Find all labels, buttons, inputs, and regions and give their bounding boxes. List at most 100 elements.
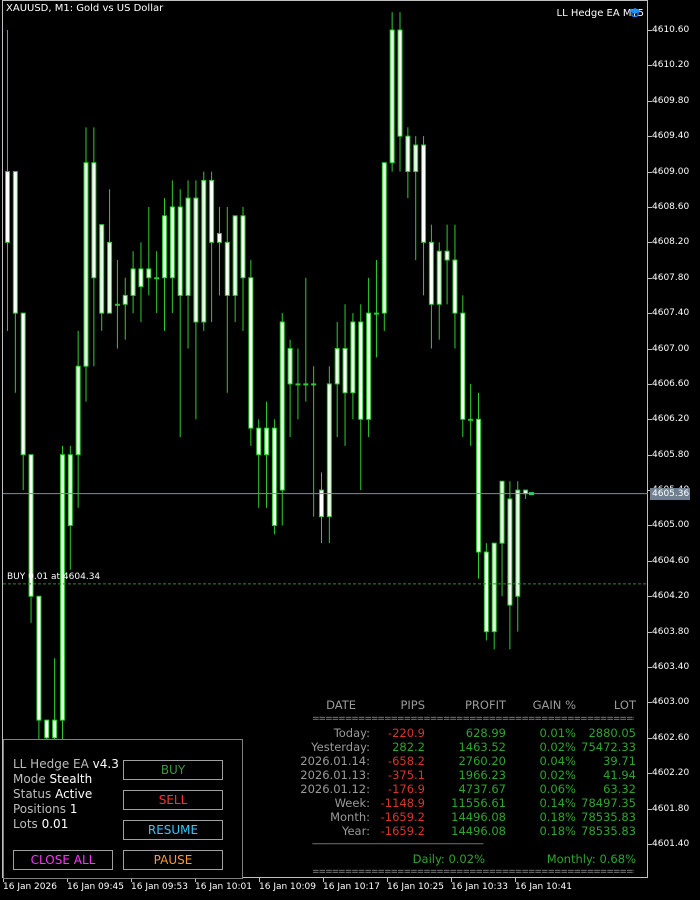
stats-separator-bottom: ========================================… [312, 867, 634, 877]
time-tick [387, 878, 388, 882]
bull-candle [499, 480, 505, 544]
price-tick-label: 4603.40 [652, 662, 690, 673]
header-pips: PIPS [400, 698, 425, 712]
stats-cell-profit: 14496.08 [451, 824, 506, 838]
price-tick-label: 4602.60 [652, 732, 690, 743]
stats-cell-pips: -1148.9 [380, 796, 425, 810]
bull-candle [232, 215, 238, 296]
bear-candle [460, 312, 466, 420]
bull-candle [303, 383, 309, 386]
time-label: 16 Jan 10:09 [259, 882, 316, 892]
bid-price-label: 4605.36 [650, 487, 690, 500]
price-tick-label: 4606.60 [652, 378, 690, 389]
bear-candle [421, 144, 427, 243]
bull-candle [350, 321, 356, 394]
status-label: Status [13, 787, 52, 801]
stats-row: Month: -1659.2 14496.08 0.18% 78535.83 [300, 810, 640, 825]
time-axis[interactable]: 16 Jan 2026 16 Jan 09:45 16 Jan 09:53 16 Ja… [0, 878, 648, 900]
bull-candle [468, 418, 474, 421]
resume-button[interactable]: RESUME [123, 820, 223, 840]
stats-cell-gain: 0.04% [539, 754, 576, 768]
header-lot: LOT [613, 698, 636, 712]
ea-name-row: LL Hedge EA v4.3 [13, 757, 119, 771]
bear-candle [358, 321, 364, 420]
price-tick-label: 4607.40 [652, 308, 690, 319]
bear-candle [20, 312, 26, 456]
positions-value: 1 [69, 802, 78, 816]
bull-candle [515, 489, 521, 597]
stats-cell-pips: -375.1 [387, 768, 425, 782]
bear-candle [224, 241, 230, 296]
time-label: 16 Jan 10:33 [451, 882, 508, 892]
time-tick [259, 878, 260, 882]
price-tick-label: 4601.40 [652, 839, 690, 849]
mode-value: Stealth [49, 772, 93, 786]
bull-candle [311, 383, 317, 386]
price-tick-label: 4610.20 [652, 60, 690, 71]
bear-candle [193, 197, 199, 323]
buy-button[interactable]: BUY [123, 760, 223, 780]
time-tick [323, 878, 324, 882]
mode-label: Mode [13, 772, 46, 786]
stats-cell-profit: 14496.08 [451, 810, 506, 824]
bull-candle [264, 427, 270, 456]
time-tick [515, 878, 516, 882]
stats-row: Today: -220.9 628.99 0.01% 2880.05 [300, 726, 640, 741]
time-tick [451, 878, 452, 882]
stats-cell-gain: 0.02% [539, 740, 576, 754]
bear-candle [36, 595, 42, 721]
stats-separator-top: ========================================… [312, 714, 634, 724]
order-line-label: BUY 0.01 at 4604.34 [7, 572, 101, 582]
time-label: 16 Jan 10:41 [515, 882, 572, 892]
status-row: Status Active [13, 787, 92, 801]
stats-cell-lot: 39.71 [603, 754, 636, 768]
price-tick-label: 4605.80 [652, 449, 690, 460]
bull-candle [107, 241, 113, 314]
stats-cell-lot: 2880.05 [588, 726, 636, 740]
time-label: 16 Jan 10:25 [387, 882, 444, 892]
bull-candle [185, 197, 191, 296]
bear-candle [342, 348, 348, 394]
bear-candle [476, 418, 481, 553]
stats-cell-pips: -1659.2 [380, 810, 425, 824]
stats-cell-pips: 282.2 [392, 740, 425, 754]
daily-gain: Daily: 0.02% [412, 852, 485, 866]
positions-label: Positions [13, 802, 66, 816]
price-axis[interactable]: 4610.60 4610.20 4609.80 4609.40 4609.00 4608.… [648, 0, 700, 878]
stats-cell-lot: 78535.83 [581, 824, 636, 838]
time-label: 16 Jan 09:53 [131, 882, 188, 892]
sell-button[interactable]: SELL [123, 790, 223, 810]
bull-candle [334, 348, 340, 385]
price-tick-label: 4604.20 [652, 591, 690, 602]
bear-candle [177, 206, 183, 296]
price-tick-label: 4607.00 [652, 343, 690, 354]
bear-candle [91, 162, 97, 279]
ea-name: LL Hedge EA [13, 757, 89, 771]
time-label: 16 Jan 10:01 [195, 882, 252, 892]
stats-row: Yesterday: 282.2 1463.52 0.02% 75472.33 [300, 740, 640, 755]
bull-candle [75, 365, 81, 456]
time-label: 16 Jan 09:45 [67, 882, 124, 892]
bull-candle [366, 312, 372, 420]
price-tick-label: 4603.80 [652, 626, 690, 637]
status-value: Active [55, 787, 93, 801]
bull-candle [169, 206, 175, 279]
pause-button[interactable]: PAUSE [123, 850, 223, 870]
stats-cell-profit: 1463.52 [458, 740, 506, 754]
stats-cell-gain: 0.18% [539, 824, 576, 838]
graduation-cap-icon[interactable] [628, 6, 642, 20]
bull-candle [122, 294, 128, 305]
bull-candle [491, 542, 497, 633]
bull-candle [52, 719, 58, 739]
stats-cell-gain: 0.02% [539, 768, 576, 782]
stats-cell-pips: -1659.2 [380, 824, 425, 838]
stats-cell-gain: 0.14% [539, 796, 576, 810]
bull-candle [373, 312, 379, 315]
bear-candle [483, 551, 489, 633]
stats-cell-profit: 4737.67 [458, 782, 506, 796]
mode-row: Mode Stealth [13, 772, 92, 786]
stats-cell-gain: 0.06% [539, 782, 576, 796]
header-date: DATE [326, 698, 356, 712]
header-gain: GAIN % [532, 698, 576, 712]
close-all-button[interactable]: CLOSE ALL [13, 850, 113, 870]
